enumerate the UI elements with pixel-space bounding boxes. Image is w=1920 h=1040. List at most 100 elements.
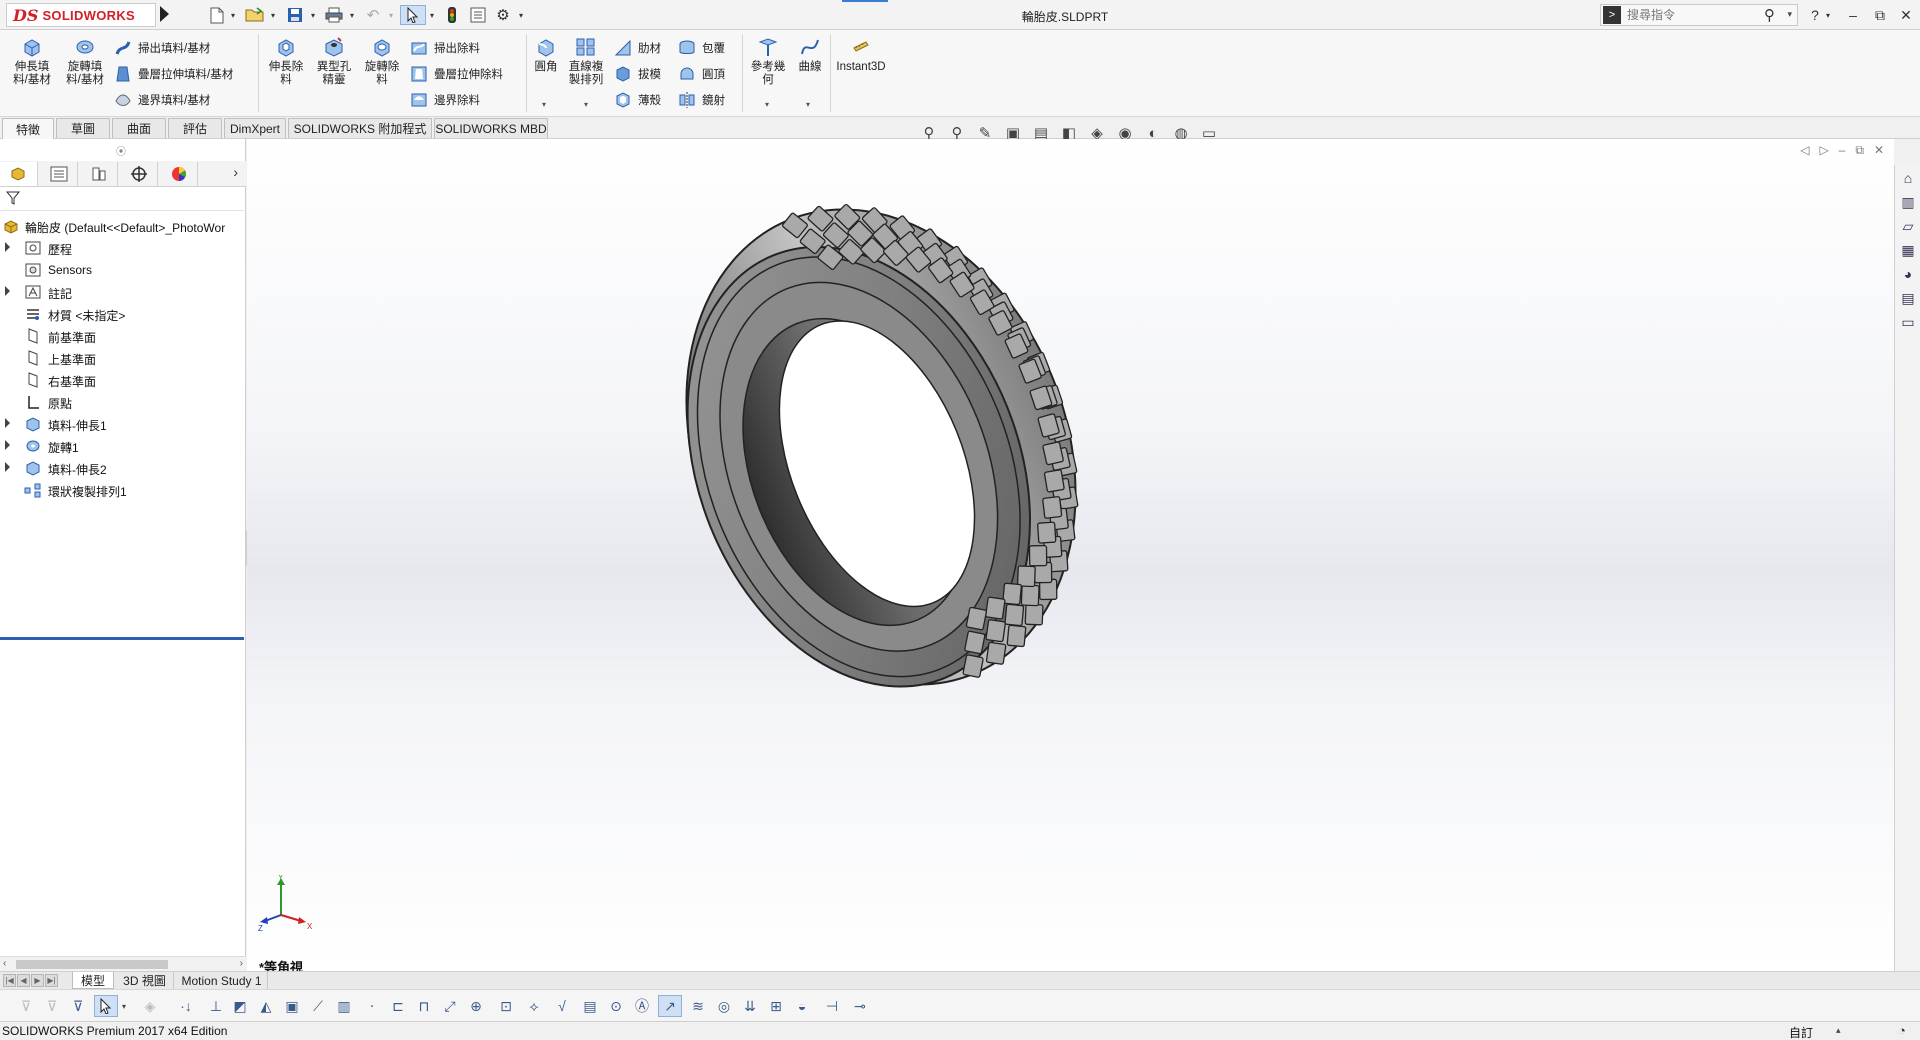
boundary-boss-button[interactable]: 邊界填料/基材	[114, 90, 210, 110]
first-tab-icon[interactable]: |◀	[3, 974, 16, 987]
search-input[interactable]	[1627, 8, 1767, 22]
rollback-bar[interactable]	[0, 637, 244, 640]
tree-item-material[interactable]: 材質 <未指定>	[0, 303, 246, 325]
scroll-thumb[interactable]	[16, 960, 168, 969]
display-manager-tab[interactable]	[160, 162, 198, 186]
command-search-box[interactable]: > ⚲ ▾	[1600, 4, 1798, 26]
instant3d-button[interactable]: Instant3D	[834, 36, 888, 74]
forum-icon[interactable]: ▭	[1897, 311, 1919, 333]
filter-midpoints-icon[interactable]: ⊓	[412, 995, 436, 1017]
fillet-dropdown-arrow-icon[interactable]: ▾	[542, 100, 546, 109]
filter-toggle-icon[interactable]: ⊽	[14, 995, 38, 1017]
filter-routing-points-icon[interactable]: ◒	[790, 995, 814, 1017]
appearances-icon[interactable]: ◕	[1897, 263, 1919, 285]
filter-graphics-bodies-icon[interactable]: ⊸	[848, 995, 872, 1017]
search-type-icon[interactable]: >	[1603, 6, 1621, 24]
next-tab-icon[interactable]: ▶	[31, 974, 44, 987]
lofted-boss-button[interactable]: 疊層拉伸填料/基材	[114, 64, 233, 84]
filter-connection-points-icon[interactable]: ⊞	[764, 995, 788, 1017]
tree-item-history[interactable]: 歷程	[0, 237, 246, 259]
tire-model[interactable]	[247, 139, 1894, 971]
filter-dimensions-icon[interactable]: ⊡	[494, 995, 518, 1017]
unit-dropdown-arrow-icon[interactable]: ▴	[1836, 1025, 1841, 1036]
draft-button[interactable]: 拔模	[614, 64, 661, 84]
dimxpert-manager-tab[interactable]	[120, 162, 158, 186]
extruded-boss-button[interactable]: 伸長填 料/基材	[10, 36, 54, 87]
expand-arrow-icon[interactable]	[5, 462, 10, 472]
minimize-button[interactable]: –	[1842, 6, 1864, 24]
file-explorer-icon[interactable]: ▱	[1897, 215, 1919, 237]
tree-item-circular-pattern1[interactable]: 環狀複製排列1	[0, 479, 246, 501]
filter-icon[interactable]	[5, 191, 21, 208]
tab-dimxpert[interactable]: DimXpert	[224, 118, 286, 138]
shell-button[interactable]: 薄殼	[614, 90, 661, 110]
expand-arrow-icon[interactable]	[5, 242, 10, 252]
unit-system-selector[interactable]: 自訂	[1789, 1024, 1813, 1040]
expand-arrow-icon[interactable]	[5, 418, 10, 428]
configuration-manager-tab[interactable]	[80, 162, 118, 186]
tree-item-front-plane[interactable]: 前基準面	[0, 325, 246, 347]
tree-item-annotations[interactable]: 註記	[0, 281, 246, 303]
tree-item-sensors[interactable]: Sensors	[0, 259, 246, 281]
tree-item-revolve1[interactable]: 旋轉1	[0, 435, 246, 457]
filter-weld-symbols-icon[interactable]: Ⓐ	[630, 995, 654, 1017]
filter-cosmetic-threads-icon[interactable]: ≋	[686, 995, 710, 1017]
property-manager-tab[interactable]	[40, 162, 78, 186]
tree-item-top-plane[interactable]: 上基準面	[0, 347, 246, 369]
tab-addins[interactable]: SOLIDWORKS 附加程式	[288, 118, 432, 138]
search-icon[interactable]: ⚲	[1764, 6, 1775, 24]
filter-sketch-segments-icon[interactable]: ⊏	[386, 995, 410, 1017]
filter-dowel-pins-icon[interactable]: ⇊	[738, 995, 762, 1017]
design-library-icon[interactable]: ▥	[1897, 191, 1919, 213]
filter-datum-targets-icon[interactable]: ↗	[658, 995, 682, 1017]
tab-features[interactable]: 特徵	[2, 118, 54, 139]
swept-cut-button[interactable]: 掃出除料	[410, 38, 480, 58]
extruded-cut-button[interactable]: 伸長除 料	[264, 36, 308, 87]
fillet-button[interactable]: 圓角	[530, 36, 562, 74]
expand-arrow-icon[interactable]	[5, 440, 10, 450]
filter-faces-icon[interactable]: ◩	[228, 995, 252, 1017]
filter-sketch-points-icon[interactable]: ⋅	[360, 995, 384, 1017]
close-button[interactable]: ✕	[1895, 6, 1917, 24]
select-pointer-icon[interactable]	[94, 995, 118, 1017]
feature-manager-tab[interactable]	[0, 162, 38, 186]
filter-surface-bodies-icon[interactable]: ◭	[254, 995, 278, 1017]
search-dropdown-arrow-icon[interactable]: ▾	[1787, 9, 1792, 20]
custom-properties-icon[interactable]: ▤	[1897, 287, 1919, 309]
linear-pattern-button[interactable]: 直線複 製排列	[566, 36, 606, 87]
filter-clear-icon[interactable]: ⊽	[40, 995, 64, 1017]
swept-boss-button[interactable]: 掃出填料/基材	[114, 38, 210, 58]
filter-all-icon[interactable]: ⊽	[66, 995, 90, 1017]
view-palette-icon[interactable]: ▦	[1897, 239, 1919, 261]
solidworks-resources-icon[interactable]: ⌂	[1897, 167, 1919, 189]
expand-arrow-icon[interactable]	[5, 286, 10, 296]
tab-motion-study[interactable]: Motion Study 1	[176, 972, 268, 989]
tab-sketch[interactable]: 草圖	[56, 118, 110, 138]
wrap-button[interactable]: 包覆	[678, 38, 725, 58]
hole-wizard-button[interactable]: 異型孔 精靈	[312, 36, 356, 87]
filter-surface-finish-icon[interactable]: ⟡	[522, 995, 546, 1017]
linear-pattern-dropdown-arrow-icon[interactable]: ▾	[584, 100, 588, 109]
tab-3d-views[interactable]: 3D 視圖	[116, 972, 174, 989]
reference-geometry-dropdown-arrow-icon[interactable]: ▾	[765, 100, 769, 109]
panel-grip-icon[interactable]: ⦿	[116, 143, 126, 158]
tree-root-part[interactable]: 輪胎皮 (Default<<Default>_PhotoWor	[0, 215, 246, 237]
filter-center-marks-icon[interactable]: ⤢	[438, 995, 462, 1017]
lofted-cut-button[interactable]: 疊層拉伸除料	[410, 64, 503, 84]
scroll-right-icon[interactable]: ›	[240, 958, 243, 969]
dome-button[interactable]: 圓頂	[678, 64, 725, 84]
tab-mbd[interactable]: SOLIDWORKS MBD	[434, 118, 548, 138]
graphics-area[interactable]: ◁ ▷ – ⧉ ✕ Y X Z *等角視	[247, 139, 1894, 971]
tab-evaluate[interactable]: 評估	[168, 118, 222, 138]
tree-item-right-plane[interactable]: 右基準面	[0, 369, 246, 391]
tab-surfaces[interactable]: 曲面	[112, 118, 166, 138]
restore-button[interactable]: ⧉	[1869, 6, 1891, 24]
filter-centerline-icon[interactable]: ⊕	[464, 995, 488, 1017]
filter-geometric-tolerance-icon[interactable]: √	[550, 995, 574, 1017]
filter-solid-bodies-icon[interactable]: ▣	[280, 995, 304, 1017]
tree-filter[interactable]	[0, 189, 246, 211]
chevron-right-icon[interactable]: ›	[233, 164, 238, 180]
tree-item-extrude1[interactable]: 填料-伸長1	[0, 413, 246, 435]
reference-geometry-button[interactable]: 參考幾 何	[746, 36, 790, 87]
help-dropdown-arrow-icon[interactable]: ▾	[1822, 6, 1834, 24]
